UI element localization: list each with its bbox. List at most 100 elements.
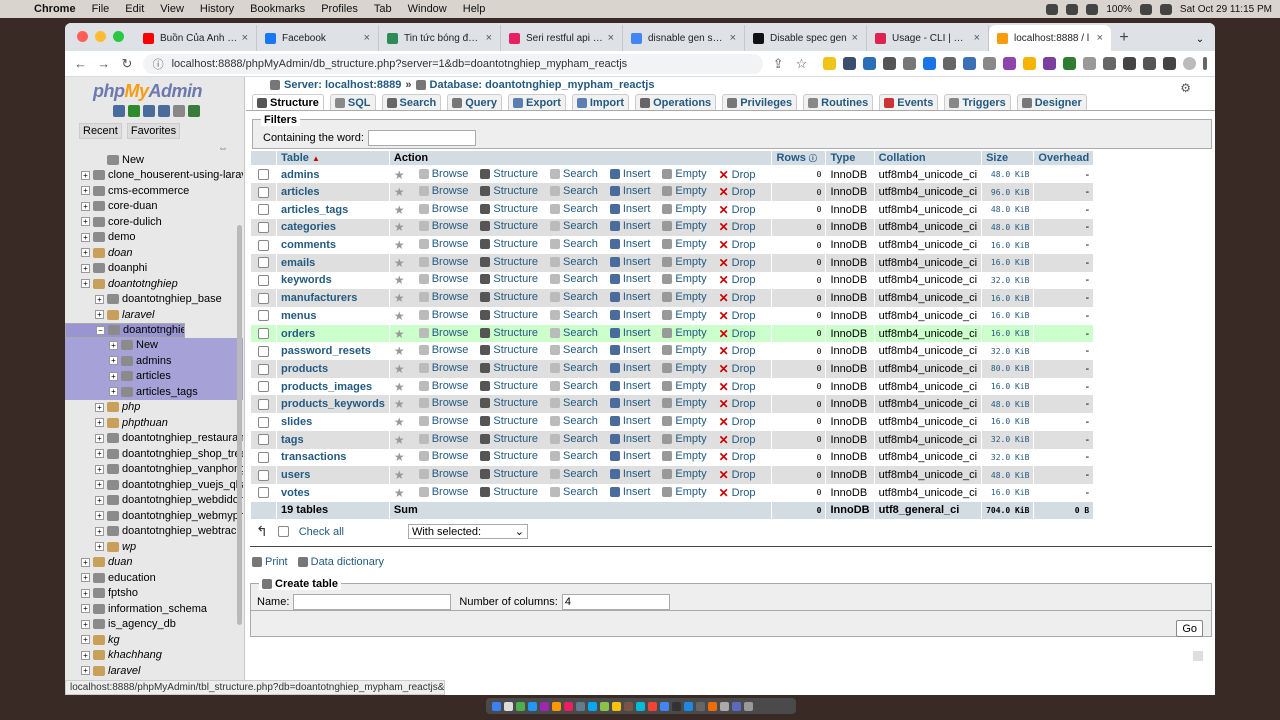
search-action[interactable]: Search xyxy=(550,433,598,445)
row-checkbox[interactable] xyxy=(258,186,269,198)
tree-node[interactable]: + fptsho xyxy=(65,586,243,602)
size-cell[interactable]: 48.0 KiB xyxy=(981,200,1035,219)
expand-icon[interactable]: + xyxy=(109,387,118,397)
menu-history[interactable]: History xyxy=(192,3,242,15)
empty-action[interactable]: Empty xyxy=(662,362,707,374)
expand-icon[interactable]: + xyxy=(95,402,104,412)
table-name-link[interactable]: keywords xyxy=(281,274,332,286)
tree-node[interactable]: + doantotnghiep xyxy=(65,276,243,292)
console-toggle-icon[interactable] xyxy=(1193,651,1203,661)
insert-action[interactable]: Insert xyxy=(609,185,650,197)
tree-node[interactable]: +New xyxy=(65,152,243,168)
size-cell[interactable]: 48.0 KiB xyxy=(981,466,1035,484)
type-column-header[interactable]: Type xyxy=(825,150,875,166)
table-column-header[interactable]: Table ▲ xyxy=(276,150,390,166)
dock-app-icon[interactable] xyxy=(600,701,609,711)
empty-action[interactable]: Empty xyxy=(662,433,707,445)
extension-icon[interactable] xyxy=(1043,57,1057,70)
tab-search-icon[interactable]: ⌄ xyxy=(1185,34,1215,51)
expand-icon[interactable]: + xyxy=(95,464,104,474)
extension-icon[interactable] xyxy=(943,57,957,70)
search-action[interactable]: Search xyxy=(550,415,598,427)
extension-icon[interactable] xyxy=(1003,57,1017,70)
empty-action[interactable]: Empty xyxy=(662,220,707,232)
tree-node[interactable]: + admins xyxy=(65,353,243,369)
structure-action[interactable]: Structure xyxy=(480,291,538,303)
drop-action[interactable]: ✕ Drop xyxy=(719,327,756,341)
row-checkbox[interactable] xyxy=(258,222,269,233)
empty-action[interactable]: Empty xyxy=(662,327,707,339)
dock-app-icon[interactable] xyxy=(540,701,549,711)
row-checkbox[interactable] xyxy=(258,363,269,375)
tree-node[interactable]: + articles_tags xyxy=(65,384,243,400)
tab-events[interactable]: Events xyxy=(879,94,939,110)
tab-routines[interactable]: Routines xyxy=(803,94,874,110)
dock-app-icon[interactable] xyxy=(516,701,525,711)
tab-search[interactable]: Search xyxy=(381,94,442,110)
row-checkbox[interactable] xyxy=(258,487,269,499)
dock-app-icon[interactable] xyxy=(504,701,513,711)
tree-node[interactable]: + education xyxy=(65,570,243,586)
expand-icon[interactable]: + xyxy=(109,356,118,366)
kebab-menu-icon[interactable] xyxy=(1203,57,1208,70)
drop-action[interactable]: ✕ Drop xyxy=(719,291,756,305)
empty-action[interactable]: Empty xyxy=(662,256,707,268)
tree-node[interactable]: + duan xyxy=(65,555,243,571)
table-row[interactable]: users ★ Browse Structure Search Insert Empty ✕ D… xyxy=(250,466,1095,484)
table-row[interactable]: articles_tags ★ Browse Structure Search Inser… xyxy=(250,200,1095,219)
browse-action[interactable]: Browse xyxy=(418,397,468,409)
favorite-star-icon[interactable]: ★ xyxy=(394,362,405,376)
browse-action[interactable]: Browse xyxy=(418,327,468,339)
close-tab-icon[interactable]: × xyxy=(730,32,736,44)
insert-action[interactable]: Insert xyxy=(609,220,650,232)
tree-node[interactable]: + laravel xyxy=(65,307,243,323)
drop-action[interactable]: ✕ Drop xyxy=(719,468,756,482)
favorite-star-icon[interactable]: ★ xyxy=(394,380,405,394)
collation-column-header[interactable]: Collation xyxy=(873,150,983,166)
structure-action[interactable]: Structure xyxy=(480,362,538,374)
dock-app-icon[interactable] xyxy=(672,701,681,711)
structure-action[interactable]: Structure xyxy=(480,433,538,445)
tree-node[interactable]: + doanphi xyxy=(65,261,243,277)
browse-action[interactable]: Browse xyxy=(418,362,468,374)
search-action[interactable]: Search xyxy=(550,450,598,462)
close-tab-icon[interactable]: × xyxy=(974,32,980,44)
dock-app-icon[interactable] xyxy=(528,701,537,711)
tree-node[interactable]: + doantotnghiep_shop_tree xyxy=(65,446,243,462)
browse-action[interactable]: Browse xyxy=(418,433,468,445)
expand-icon[interactable]: + xyxy=(95,526,104,536)
browser-tab[interactable]: Buồn Của Anh | K × xyxy=(135,25,257,51)
insert-action[interactable]: Insert xyxy=(609,450,650,462)
row-checkbox[interactable] xyxy=(258,204,269,216)
filter-input[interactable] xyxy=(367,130,476,146)
drop-action[interactable]: ✕ Drop xyxy=(719,486,756,500)
expand-icon[interactable]: + xyxy=(81,666,90,676)
search-action[interactable]: Search xyxy=(550,380,598,392)
row-checkbox[interactable] xyxy=(258,416,269,428)
structure-action[interactable]: Structure xyxy=(480,397,538,409)
search-action[interactable]: Search xyxy=(550,291,598,303)
recent-tab[interactable]: Recent xyxy=(79,123,122,139)
dock-app-icon[interactable] xyxy=(552,701,561,711)
expand-icon[interactable]: + xyxy=(81,604,90,614)
drop-action[interactable]: ✕ Drop xyxy=(719,256,756,270)
dock-app-icon[interactable] xyxy=(492,701,501,711)
expand-icon[interactable]: + xyxy=(95,310,104,320)
overhead-column-header[interactable]: Overhead xyxy=(1033,150,1095,166)
table-row[interactable]: manufacturers ★ Browse Structure Search Inser… xyxy=(250,289,1095,307)
back-icon[interactable]: ← xyxy=(73,56,88,71)
insert-action[interactable]: Insert xyxy=(609,397,650,409)
tab-structure[interactable]: Structure xyxy=(252,94,324,110)
extension-icon[interactable] xyxy=(1103,57,1117,70)
search-action[interactable]: Search xyxy=(550,203,598,215)
tree-node[interactable]: + doan xyxy=(65,245,243,261)
table-name-link[interactable]: transactions xyxy=(281,451,346,463)
row-checkbox[interactable] xyxy=(258,239,269,251)
close-tab-icon[interactable]: × xyxy=(242,32,248,44)
drop-action[interactable]: ✕ Drop xyxy=(719,362,756,376)
favorite-star-icon[interactable]: ★ xyxy=(394,327,405,341)
table-name-link[interactable]: votes xyxy=(281,487,310,499)
table-row[interactable]: keywords ★ Browse Structure Search Insert Empt… xyxy=(250,271,1095,290)
insert-action[interactable]: Insert xyxy=(609,433,650,445)
with-selected-select[interactable]: With selected: ⌄ xyxy=(407,524,528,540)
